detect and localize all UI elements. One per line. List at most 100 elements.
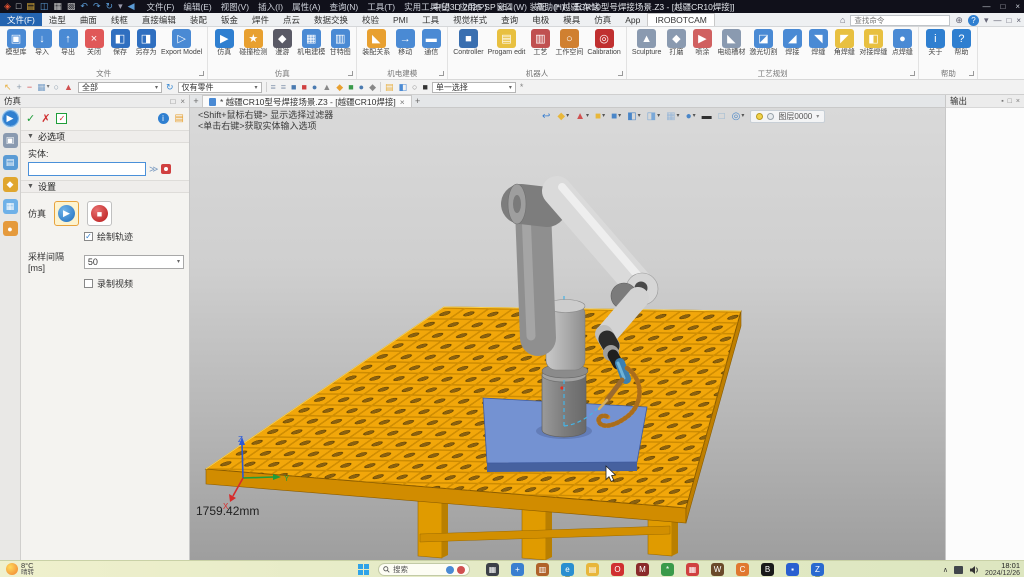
ribbon-button[interactable]: ★碰撞检测 xyxy=(237,28,269,57)
dock-panel-icon[interactable]: ▦ xyxy=(3,199,18,214)
ribbon-button[interactable]: ×关闭 xyxy=(81,28,107,57)
taskbar-app-icon[interactable]: M xyxy=(636,563,649,576)
viewport-3d[interactable]: <Shift+鼠标右键> 显示选择过滤器 <单击右键>获取实体输入选项 ↩◆▾▲… xyxy=(190,108,945,560)
panel-float-icon[interactable]: □ xyxy=(1008,98,1012,105)
ribbon-tab[interactable]: PMI xyxy=(386,13,415,26)
confirm-icon[interactable]: ✓ xyxy=(26,112,35,125)
display-icon[interactable]: ○ xyxy=(412,82,417,92)
selection-tool-icon[interactable]: ↖ xyxy=(4,82,13,92)
ribbon-button[interactable]: ◪激光切割 xyxy=(747,28,779,57)
selection-options-icon[interactable]: * xyxy=(520,82,524,92)
layer-dropdown[interactable]: 图层0000 ▾ xyxy=(750,110,825,123)
command-search-input[interactable] xyxy=(850,15,950,26)
draw-track-checkbox[interactable]: ✓ xyxy=(84,232,93,241)
tab-close-icon[interactable]: × xyxy=(400,97,405,107)
section-required[interactable]: ▼ 必选项 xyxy=(21,130,189,143)
view-tool-icon[interactable]: ◆▾ xyxy=(557,111,569,122)
close-icon[interactable]: × xyxy=(1015,2,1020,11)
view-tool-icon[interactable]: □ xyxy=(719,111,726,122)
ribbon-button[interactable]: ▶喷涂 xyxy=(689,28,715,57)
scene-3d[interactable]: Z Y X xyxy=(190,108,945,560)
new-tab-button[interactable]: + xyxy=(412,95,424,107)
doc-minimize-icon[interactable]: — xyxy=(993,16,1001,25)
doc-restore-icon[interactable]: □ xyxy=(1006,16,1011,25)
panel-close-icon[interactable]: × xyxy=(1016,98,1020,105)
panel-float-icon[interactable]: □ xyxy=(170,97,175,106)
layer-visibility-bulb-icon[interactable] xyxy=(756,113,763,120)
info-icon[interactable]: i xyxy=(158,113,169,124)
ribbon-button[interactable]: ◆打磨 xyxy=(663,28,689,57)
ribbon-tab[interactable]: 造型 xyxy=(42,13,73,26)
ribbon-button[interactable]: ◣电缆槽材 xyxy=(715,28,747,57)
taskbar-search-box[interactable]: 搜索 xyxy=(378,563,470,576)
ribbon-button[interactable]: ○工作空间 xyxy=(553,28,585,57)
refresh-icon[interactable]: ↻ xyxy=(166,82,174,92)
taskbar-app-icon[interactable]: + xyxy=(511,563,524,576)
menu-item[interactable]: 插入(I) xyxy=(258,1,283,13)
document-tab[interactable]: * 越疆CR10型号焊接场景.Z3 - [越疆CR10焊接] × xyxy=(202,95,412,107)
ribbon-button[interactable]: ◨另存为 xyxy=(133,28,159,57)
ribbon-button[interactable]: ▦机电建模 xyxy=(295,28,327,57)
quick-access-icon[interactable]: □ xyxy=(16,2,21,11)
tray-expand-icon[interactable]: ∧ xyxy=(943,566,948,574)
filter-icon[interactable]: ▲ xyxy=(322,82,331,92)
view-tool-icon[interactable]: ●▾ xyxy=(686,111,696,122)
view-tool-icon[interactable]: ■▾ xyxy=(611,111,621,122)
volume-icon[interactable] xyxy=(969,565,979,575)
help-icon[interactable]: ? xyxy=(968,15,979,26)
filter-icon[interactable]: ■ xyxy=(301,82,306,92)
taskbar-app-icon[interactable]: C xyxy=(736,563,749,576)
taskbar-app-icon[interactable]: ▦ xyxy=(686,563,699,576)
ribbon-button[interactable]: ◣装配关系 xyxy=(360,28,392,57)
selection-tool-icon[interactable]: ▲ xyxy=(64,82,74,92)
sample-interval-dropdown[interactable]: 50 ▾ xyxy=(84,255,184,269)
doc-icon[interactable]: ▤ xyxy=(175,113,184,124)
filter-icon[interactable]: ◆ xyxy=(369,82,376,92)
filter-icon[interactable]: ■ xyxy=(348,82,353,92)
ribbon-tab[interactable]: IROBOTCAM xyxy=(647,13,714,26)
ribbon-tab[interactable]: 直接编辑 xyxy=(135,13,183,26)
entity-input[interactable] xyxy=(28,162,146,176)
taskbar-app-icon[interactable]: ▤ xyxy=(586,563,599,576)
settings-gear-icon[interactable]: ⊕ xyxy=(955,15,963,25)
ribbon-button[interactable]: ▶仿真 xyxy=(211,28,237,57)
ribbon-button[interactable]: ▷Export Model xyxy=(159,28,204,57)
ribbon-tab[interactable]: 装配 xyxy=(183,13,214,26)
restore-icon[interactable]: □ xyxy=(1000,2,1005,11)
taskbar-app-icon[interactable]: W xyxy=(711,563,724,576)
ribbon-tab[interactable]: 焊件 xyxy=(245,13,276,26)
menu-item[interactable]: 查询(N) xyxy=(329,1,358,13)
ribbon-tab[interactable]: 电极 xyxy=(525,13,556,26)
ribbon-tab[interactable]: 数据交换 xyxy=(307,13,355,26)
quick-access-icon[interactable]: ◈ xyxy=(4,2,11,11)
view-tool-icon[interactable]: ▬ xyxy=(702,111,713,122)
ribbon-button[interactable]: ◧对接焊缝 xyxy=(857,28,889,57)
filter-icon[interactable]: ≡ xyxy=(281,82,286,92)
view-tool-icon[interactable]: ▦▾ xyxy=(666,111,679,122)
selection-tool-icon[interactable]: ○ xyxy=(54,82,60,92)
taskbar-app-icon[interactable]: e xyxy=(561,563,574,576)
ribbon-button[interactable]: ●点焊缝 xyxy=(889,28,915,57)
ribbon-tab[interactable]: 钣金 xyxy=(214,13,245,26)
taskbar-app-icon[interactable]: ▦ xyxy=(486,563,499,576)
ribbon-tab[interactable]: 模具 xyxy=(556,13,587,26)
stop-simulation-button[interactable]: ■ xyxy=(87,201,112,226)
ribbon-tab[interactable]: 校验 xyxy=(355,13,386,26)
ribbon-tab[interactable]: 文件(F) xyxy=(0,13,42,26)
home-icon[interactable]: ⌂ xyxy=(840,15,845,25)
ribbon-button[interactable]: ◢焊接 xyxy=(779,28,805,57)
panel-pin-icon[interactable]: ▪ xyxy=(1001,98,1003,105)
taskbar-weather-widget[interactable]: 8°C 晴转 xyxy=(6,562,34,576)
dock-panel-icon[interactable]: ● xyxy=(3,221,18,236)
taskbar-app-icon[interactable]: Z xyxy=(811,563,824,576)
selection-tool-icon[interactable]: ▦▾ xyxy=(37,82,50,92)
display-icon[interactable]: ■ xyxy=(422,82,427,92)
ribbon-tab[interactable]: 点云 xyxy=(276,13,307,26)
view-tool-icon[interactable]: ◧▾ xyxy=(627,111,640,122)
ribbon-tab[interactable]: 视觉样式 xyxy=(446,13,494,26)
display-icon[interactable]: ◧ xyxy=(399,82,408,92)
taskbar-app-icon[interactable]: ▪ xyxy=(786,563,799,576)
view-tool-icon[interactable]: ■▾ xyxy=(595,111,605,122)
ribbon-button[interactable]: ▣模型库 xyxy=(3,28,29,57)
menu-item[interactable]: 文件(F) xyxy=(147,1,175,13)
